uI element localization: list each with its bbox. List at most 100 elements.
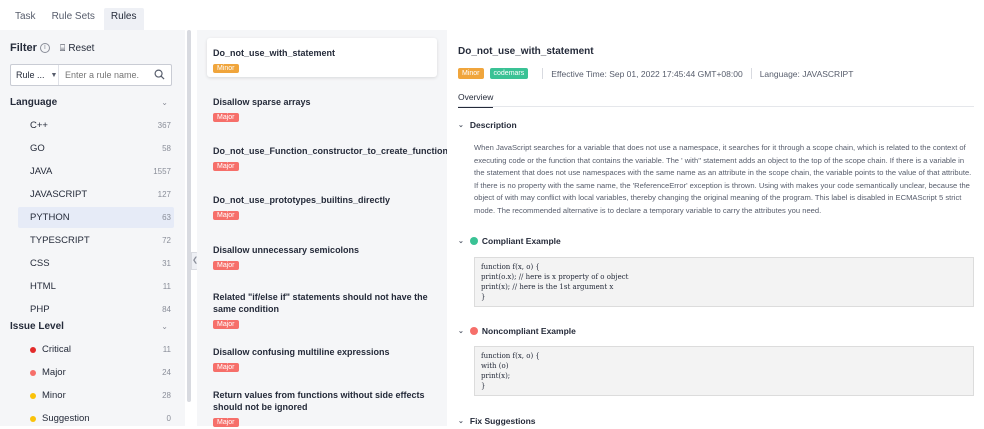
chevron-down-icon: ⌄: [458, 328, 464, 335]
tab-rules[interactable]: Rules: [103, 8, 144, 30]
rule-card[interactable]: Do_not_use_Function_constructor_to_creat…: [207, 145, 453, 171]
rule-meta: Minor codemars Effective Time: Sep 01, 2…: [458, 68, 853, 79]
rule-card[interactable]: Related "if/else if" statements should n…: [207, 291, 437, 329]
language-option-typescript[interactable]: TYPESCRIPT 72: [18, 230, 174, 251]
option-label: TYPESCRIPT: [30, 235, 90, 246]
code-line: print(x); // here is the 1st argument x: [481, 283, 614, 291]
compliant-label: Compliant Example: [481, 236, 561, 246]
rule-detail-panel: Do_not_use_with_statement Minor codemars…: [447, 30, 984, 426]
rule-card[interactable]: Disallow sparse arrays Major: [207, 96, 437, 122]
option-count: 28: [162, 391, 171, 400]
divider: [542, 68, 544, 79]
option-label: JAVA: [30, 166, 53, 177]
option-count: 31: [162, 259, 171, 268]
info-icon[interactable]: i: [39, 43, 50, 53]
search-type-select[interactable]: Rule ... ▼: [11, 65, 59, 85]
noncompliant-code-block: function f(x, o) { with (o) print(x); }: [474, 346, 974, 396]
language-option-javascript[interactable]: JAVASCRIPT 127: [18, 184, 174, 205]
major-dot-icon: [30, 369, 36, 376]
noncompliant-section-header[interactable]: ⌄ Noncompliant Example: [458, 326, 576, 336]
chevron-down-icon: ⌄: [161, 97, 168, 107]
issue-level-section-header[interactable]: Issue Level ⌄: [10, 316, 172, 336]
option-label-wrap: Critical: [30, 344, 71, 355]
tab-task[interactable]: Task: [8, 8, 43, 30]
option-count: 11: [162, 282, 171, 291]
compliant-code-block: function f(x, o) { print(o.x); // here i…: [474, 257, 974, 307]
option-count: 24: [162, 368, 171, 377]
language-option-cpp[interactable]: C++ 367: [18, 115, 174, 136]
filter-scrollbar[interactable]: [187, 30, 191, 402]
code-line: with (o): [481, 362, 509, 370]
description-section-header[interactable]: ⌄ Description: [458, 120, 517, 130]
tab-divider: [458, 106, 974, 107]
filter-panel: Filter i ⌸ Reset Rule ... ▼ Language ⌄ C…: [0, 30, 185, 426]
rule-card[interactable]: Do_not_use_prototypes_builtins_directly …: [207, 194, 437, 220]
language-option-html[interactable]: HTML 11: [18, 276, 174, 297]
option-label: HTML: [30, 281, 56, 292]
search-input[interactable]: [59, 70, 149, 80]
option-count: 367: [157, 121, 171, 130]
language-option-python[interactable]: PYTHON 63: [18, 207, 174, 228]
suggestion-dot-icon: [30, 415, 36, 422]
filter-header: Filter i ⌸ Reset: [10, 42, 94, 54]
level-badge: Major: [213, 363, 239, 372]
option-label: C++: [30, 120, 48, 131]
language-option-java[interactable]: JAVA 1557: [18, 161, 174, 182]
option-label: Critical: [42, 344, 72, 355]
rule-card[interactable]: Do_not_use_with_statement Minor: [207, 38, 437, 77]
chevron-down-icon: ⌄: [458, 418, 464, 425]
option-label-wrap: Suggestion: [30, 413, 90, 424]
rules-list: Do_not_use_with_statement Minor Disallow…: [197, 30, 453, 427]
option-count: 1557: [153, 167, 171, 176]
rule-title: Related "if/else if" statements should n…: [213, 292, 428, 314]
option-label: GO: [30, 143, 45, 154]
code-line: print(x);: [481, 372, 511, 380]
level-badge: Major: [213, 261, 239, 270]
language-option-go[interactable]: GO 58: [18, 138, 174, 159]
compliant-section-header[interactable]: ⌄ Compliant Example: [458, 236, 561, 246]
rule-detail-title: Do_not_use_with_statement: [458, 46, 594, 57]
chevron-down-icon: ⌄: [161, 321, 168, 331]
tab-rule-sets[interactable]: Rule Sets: [45, 8, 102, 30]
reset-label: Reset: [68, 42, 95, 54]
issue-level-option-major[interactable]: Major 24: [18, 362, 174, 383]
rule-card[interactable]: Disallow confusing multiline expressions…: [207, 346, 437, 372]
rule-card[interactable]: Return values from functions without sid…: [207, 389, 437, 427]
issue-level-section-label: Issue Level: [10, 320, 64, 332]
filter-title: Filter: [10, 42, 37, 54]
language-option-css[interactable]: CSS 31: [18, 253, 174, 274]
option-count: 58: [162, 144, 171, 153]
issue-level-option-minor[interactable]: Minor 28: [18, 385, 174, 406]
option-label: CSS: [30, 258, 50, 269]
chevron-down-icon: ⌄: [458, 122, 464, 129]
option-count: 63: [162, 213, 171, 222]
reset-button[interactable]: ⌸ Reset: [60, 43, 95, 54]
level-badge: Major: [213, 162, 239, 171]
critical-dot-icon: [30, 346, 36, 353]
rule-title: Do_not_use_with_statement: [213, 48, 336, 58]
rule-title: Do_not_use_prototypes_builtins_directly: [213, 195, 391, 205]
option-label: PHP: [30, 304, 50, 315]
code-line: }: [481, 382, 486, 390]
issue-level-option-critical[interactable]: Critical 11: [18, 339, 174, 360]
option-count: 84: [162, 305, 171, 314]
option-count: 72: [162, 236, 171, 245]
tool-badge: codemars: [489, 68, 529, 79]
rule-card[interactable]: Disallow unnecessary semicolons Major: [207, 244, 437, 270]
option-label-wrap: Major: [30, 367, 66, 378]
rule-search-box: Rule ... ▼: [10, 64, 172, 86]
main-tabs: Task Rule Sets Rules: [8, 8, 146, 30]
divider: [750, 68, 752, 79]
option-count: 0: [166, 414, 171, 423]
minor-dot-icon: [30, 392, 36, 399]
language-section-label: Language: [10, 96, 58, 108]
code-line: function f(x, o) {: [481, 263, 540, 271]
fix-suggestions-section-header[interactable]: ⌄ Fix Suggestions: [458, 416, 536, 426]
option-count: 127: [157, 190, 171, 199]
option-label-wrap: Minor: [30, 390, 66, 401]
chevron-down-icon: ⌄: [458, 238, 464, 245]
language-section-header[interactable]: Language ⌄: [10, 92, 172, 112]
reset-icon: ⌸: [59, 42, 66, 53]
search-icon[interactable]: [154, 69, 165, 80]
rule-title: Disallow sparse arrays: [213, 97, 311, 107]
